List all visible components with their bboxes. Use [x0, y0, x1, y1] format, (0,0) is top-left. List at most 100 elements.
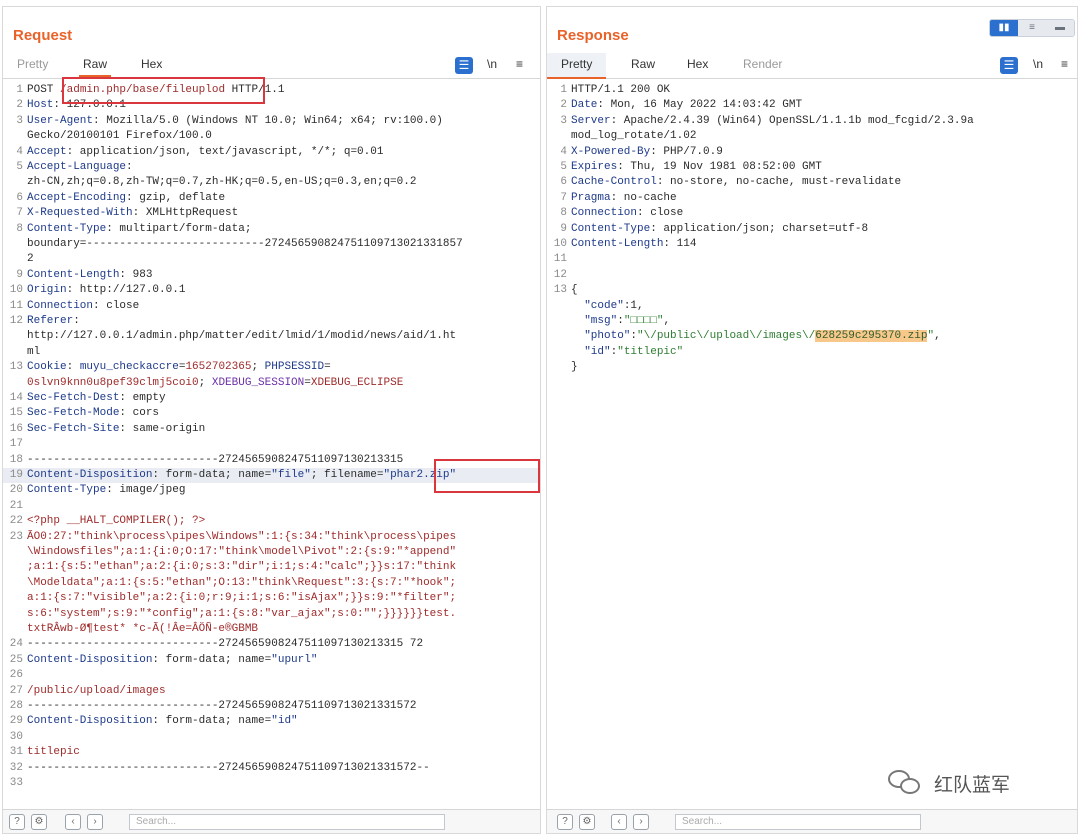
- code-line: 11 Connection: close: [3, 299, 540, 314]
- line-code: Content-Type: application/json; charset=…: [571, 222, 868, 237]
- response-search-input[interactable]: Search...: [675, 814, 921, 830]
- line-number: 16: [9, 422, 23, 435]
- forward-icon[interactable]: ›: [87, 814, 103, 830]
- response-editor[interactable]: 1 HTTP/1.1 200 OK 2 Date: Mon, 16 May 2022 …: [547, 80, 1077, 809]
- line-code: -----------------------------27245659082…: [27, 637, 423, 652]
- stacked-layout-icon[interactable]: ≡: [1018, 20, 1046, 36]
- line-code: X-Requested-With: XMLHttpRequest: [27, 206, 238, 221]
- code-token: s:6:"system";s:9:"*config";a:1:{s:8:"var…: [27, 607, 457, 620]
- code-line: 13 {: [547, 283, 1077, 298]
- code-line: ml: [3, 345, 540, 360]
- code-token: : empty: [119, 392, 166, 404]
- code-line: "code":1,: [547, 299, 1077, 314]
- code-token: -----------------------------27245659082…: [27, 761, 430, 774]
- layout-toggle[interactable]: ▮▮ ≡ ▬: [989, 19, 1075, 37]
- code-token: 1652702365: [185, 361, 252, 374]
- tab-raw[interactable]: Raw: [631, 57, 655, 71]
- line-code: zh-CN,zh;q=0.8,zh-TW;q=0.7,zh-HK;q=0.5,e…: [27, 175, 416, 190]
- line-code: Connection: close: [27, 299, 139, 314]
- tab-raw[interactable]: Raw: [78, 57, 112, 77]
- line-code: /public/upload/images: [27, 684, 166, 699]
- line-code: Cache-Control: no-store, no-cache, must-…: [571, 175, 901, 190]
- help-icon[interactable]: ?: [9, 814, 25, 830]
- line-number: 9: [16, 268, 23, 281]
- code-token: Cache-Control: [571, 176, 657, 189]
- code-token: : Mon, 16 May 2022 14:03:42 GMT: [597, 99, 803, 112]
- line-code: Sec-Fetch-Dest: empty: [27, 391, 166, 406]
- settings-icon[interactable]: ⚙: [579, 814, 595, 830]
- line-code: "photo":"\/public\/upload\/images\/62825…: [571, 329, 941, 344]
- code-token: boundary=---------------------------2724…: [27, 238, 463, 250]
- line-number: 21: [9, 499, 23, 512]
- actions-icon[interactable]: ☰: [455, 57, 473, 74]
- response-tabs: Pretty Raw Hex Render: [547, 53, 1077, 79]
- code-token: X-Requested-With: [27, 207, 133, 220]
- line-code: "id":"titlepic": [571, 345, 683, 360]
- code-line: 9 Content-Length: 983: [3, 268, 540, 283]
- line-number: 2: [16, 99, 23, 112]
- code-line: "id":"titlepic": [547, 345, 1077, 360]
- code-line: 16 Sec-Fetch-Site: same-origin: [3, 422, 540, 437]
- forward-icon[interactable]: ›: [633, 814, 649, 830]
- code-token: Sec-Fetch-Site: [27, 422, 120, 435]
- back-icon[interactable]: ‹: [611, 814, 627, 830]
- line-code: HTTP/1.1 200 OK: [571, 83, 670, 98]
- newline-toggle-icon[interactable]: \n: [487, 57, 497, 71]
- line-code: http://127.0.0.1/admin.php/matter/edit/l…: [27, 329, 456, 344]
- line-code: mod_log_rotate/1.02: [571, 129, 696, 144]
- code-line: mod_log_rotate/1.02: [547, 129, 1077, 144]
- actions-icon[interactable]: ☰: [1000, 57, 1018, 74]
- code-line: 7 Pragma: no-cache: [547, 191, 1077, 206]
- request-search-input[interactable]: Search...: [129, 814, 445, 830]
- code-token: "code": [584, 299, 624, 312]
- code-token: : Thu, 19 Nov 1981 08:52:00 GMT: [617, 161, 822, 173]
- line-number: 24: [9, 638, 23, 651]
- code-line: 5 Accept-Language:: [3, 160, 540, 175]
- tab-hex[interactable]: Hex: [141, 57, 162, 71]
- settings-icon[interactable]: ⚙: [31, 814, 47, 830]
- help-icon[interactable]: ?: [557, 814, 573, 830]
- line-code: Content-Type: image/jpeg: [27, 483, 185, 498]
- newline-toggle-icon[interactable]: \n: [1033, 57, 1043, 71]
- line-number: 26: [9, 669, 23, 682]
- back-icon[interactable]: ‹: [65, 814, 81, 830]
- tab-pretty[interactable]: Pretty: [17, 57, 48, 71]
- side-by-side-layout-icon[interactable]: ▮▮: [990, 20, 1018, 36]
- single-layout-icon[interactable]: ▬: [1046, 20, 1074, 36]
- code-line: 21: [3, 499, 540, 514]
- tab-hex[interactable]: Hex: [687, 57, 708, 71]
- code-line: 6 Accept-Encoding: gzip, deflate: [3, 191, 540, 206]
- line-number: 12: [9, 315, 23, 327]
- line-number: 5: [16, 161, 23, 173]
- menu-icon[interactable]: ≡: [516, 57, 523, 71]
- code-line: }: [547, 360, 1077, 375]
- code-line: 5 Expires: Thu, 19 Nov 1981 08:52:00 GMT: [547, 160, 1077, 175]
- code-line: 17: [3, 437, 540, 452]
- code-token: :: [617, 315, 624, 327]
- code-line: 23 ÃO0:27:"think\process\pipes\Windows":1…: [3, 530, 540, 545]
- menu-icon[interactable]: ≡: [1061, 57, 1068, 71]
- code-token: Gecko/20100101 Firefox/100.0: [27, 130, 212, 143]
- line-code: "code":1,: [571, 299, 643, 314]
- line-number: 30: [9, 730, 23, 743]
- code-token: User-Agent: [27, 114, 94, 127]
- response-search-bar: ? ⚙ ‹ › Search...: [547, 809, 1077, 833]
- line-code: Sec-Fetch-Mode: cors: [27, 406, 159, 421]
- code-line: "photo":"\/public\/upload\/images\/62825…: [547, 329, 1077, 344]
- code-token: "photo": [584, 330, 631, 343]
- code-line: 15 Sec-Fetch-Mode: cors: [3, 406, 540, 421]
- tab-pretty[interactable]: Pretty: [547, 53, 607, 79]
- line-code: Content-Disposition: form-data; name="fi…: [27, 468, 456, 483]
- code-line: 8 Connection: close: [547, 206, 1077, 221]
- code-token: ; filename=: [310, 469, 384, 481]
- code-token: : XMLHttpRequest: [132, 207, 239, 220]
- request-editor[interactable]: 1 POST /admin.php/base/fileuplod HTTP/1.1…: [3, 80, 540, 809]
- code-token: Sec-Fetch-Dest: [27, 392, 120, 404]
- code-token: ;: [198, 376, 212, 389]
- line-number: 23: [9, 530, 23, 543]
- tab-render[interactable]: Render: [743, 57, 782, 71]
- line-code: ml: [27, 345, 40, 360]
- code-line: \Windowsfiles";a:1:{i:0;O:17:"think\mode…: [3, 545, 540, 560]
- code-token: : application/json; charset=utf-8: [650, 222, 869, 235]
